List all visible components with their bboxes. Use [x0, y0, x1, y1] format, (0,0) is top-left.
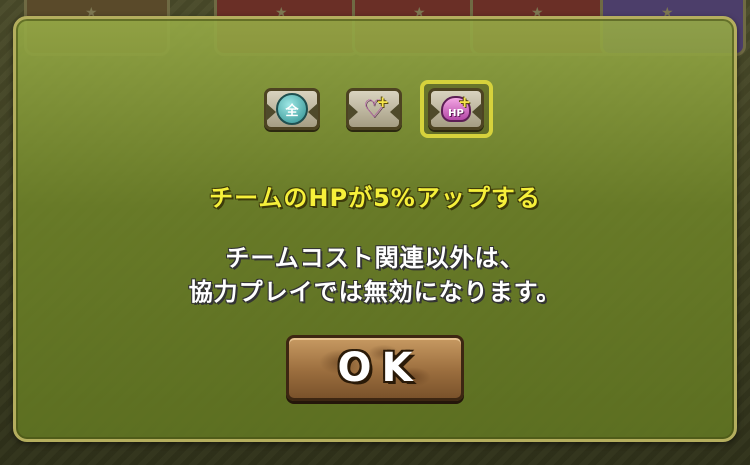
hp-plus-skill-icon[interactable]: HP + — [428, 88, 484, 130]
plus-icon: + — [376, 93, 389, 111]
team-glyph-icon: 全 — [276, 93, 308, 125]
skill-headline: チームのHPが5%アップする — [209, 184, 541, 212]
skill-description-line-1: チームコスト関連以外は、 — [225, 244, 525, 272]
plus-icon: + — [458, 93, 471, 111]
heart-plus-skill-icon[interactable]: ♡ + — [346, 88, 402, 130]
ok-button[interactable]: OK — [286, 335, 464, 401]
skill-description-line-2: 協力プレイでは無効になります。 — [188, 278, 562, 306]
skill-icon-row: 全 ♡ + HP + — [0, 80, 750, 138]
game-screen: ★ ★ ★ ★ ★ 全 ♡ + HP + チームのHPが5%アップする チームコ… — [0, 0, 750, 465]
ok-button-label: OK — [337, 345, 423, 391]
team-cost-skill-icon[interactable]: 全 — [264, 88, 320, 130]
